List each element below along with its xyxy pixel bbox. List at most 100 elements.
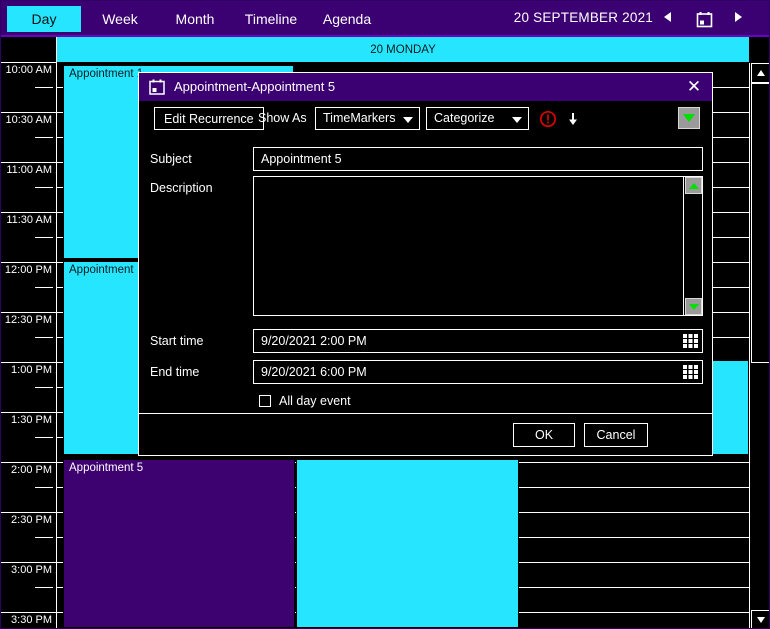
- end-time-value: 9/20/2021 6:00 PM: [261, 365, 367, 379]
- appointment-block[interactable]: [296, 459, 519, 628]
- appointment-subject: Appointment 1: [69, 68, 144, 80]
- show-as-dropdown[interactable]: TimeMarkers: [315, 107, 420, 130]
- time-slot: 1:00 PM: [1, 363, 56, 413]
- scroll-up-icon[interactable]: [751, 63, 769, 83]
- description-textarea[interactable]: [253, 176, 703, 316]
- description-scrollbar[interactable]: [683, 177, 702, 315]
- day-header-corner: [1, 37, 57, 63]
- half-hour-tick: [35, 137, 53, 138]
- time-gutter: 10:00 AM 10:30 AM 11:00 AM 11:30 AM 12:0…: [1, 63, 57, 628]
- half-hour-tick: [35, 587, 53, 588]
- dialog-toolbar: Edit Recurrence Show As TimeMarkers Cate…: [139, 101, 712, 137]
- half-hour-tick: [35, 437, 53, 438]
- scrollbar-track[interactable]: [751, 363, 769, 610]
- half-hour-tick: [35, 87, 53, 88]
- calendar-icon[interactable]: [693, 7, 715, 31]
- appointment-block[interactable]: [712, 360, 749, 455]
- all-day-event-label: All day event: [279, 394, 351, 408]
- arrow-down-icon[interactable]: [564, 110, 582, 128]
- end-time-label: End time: [150, 365, 200, 379]
- time-slot-label: 10:30 AM: [5, 114, 52, 126]
- time-slot-label: 3:30 PM: [11, 614, 52, 626]
- dialog-title-bar[interactable]: Appointment-Appointment 5 ✕: [139, 73, 712, 101]
- time-slot: 10:00 AM: [1, 63, 56, 113]
- start-time-value: 9/20/2021 2:00 PM: [261, 334, 367, 348]
- chevron-down-icon: [512, 117, 522, 123]
- start-time-input[interactable]: 9/20/2021 2:00 PM: [253, 329, 703, 353]
- time-slot: 2:00 PM: [1, 463, 56, 513]
- time-slot: 11:00 AM: [1, 163, 56, 213]
- time-slot: 2:30 PM: [1, 513, 56, 563]
- scroll-up-icon[interactable]: [685, 177, 702, 194]
- time-slot-label: 11:30 AM: [6, 214, 52, 226]
- appointment-editor-dialog: Appointment-Appointment 5 ✕ Edit Recurre…: [138, 72, 713, 456]
- exclamation-circle-icon[interactable]: [539, 110, 557, 128]
- day-header[interactable]: 20 MONDAY: [57, 37, 749, 63]
- half-hour-tick: [35, 187, 53, 188]
- time-slot-label: 3:00 PM: [11, 564, 52, 576]
- current-date-label: 20 SEPTEMBER 2021: [513, 10, 653, 25]
- time-slot: 3:30 PM: [1, 613, 56, 628]
- half-hour-tick: [35, 237, 53, 238]
- time-slot: 10:30 AM: [1, 113, 56, 163]
- show-as-value: TimeMarkers: [323, 111, 396, 125]
- time-slot: 12:00 PM: [1, 263, 56, 313]
- half-hour-tick: [35, 537, 53, 538]
- half-hour-tick: [35, 487, 53, 488]
- time-slot: 3:00 PM: [1, 563, 56, 613]
- calendar-grid-icon[interactable]: [682, 364, 699, 380]
- ok-button[interactable]: OK: [513, 423, 575, 447]
- appointment-block-selected[interactable]: Appointment 5: [63, 459, 295, 628]
- scroll-down-icon[interactable]: [751, 610, 769, 628]
- start-time-label: Start time: [150, 334, 204, 348]
- close-icon[interactable]: ✕: [684, 77, 704, 97]
- triangle-down-icon: [683, 114, 695, 122]
- tab-day[interactable]: Day: [7, 6, 81, 32]
- time-slot: 12:30 PM: [1, 313, 56, 363]
- time-slot-label: 2:00 PM: [11, 464, 52, 476]
- time-slot-label: 11:00 AM: [6, 164, 52, 176]
- edit-recurrence-button[interactable]: Edit Recurrence: [154, 107, 264, 130]
- end-time-input[interactable]: 9/20/2021 6:00 PM: [253, 360, 703, 384]
- chevron-left-icon[interactable]: [657, 7, 679, 31]
- calendar-icon: [148, 78, 166, 96]
- chevron-down-icon: [403, 117, 413, 123]
- tab-month[interactable]: Month: [161, 6, 229, 32]
- half-hour-tick: [35, 337, 53, 338]
- categorize-value: Categorize: [434, 111, 495, 125]
- all-day-event-checkbox[interactable]: [259, 395, 271, 407]
- calendar-app-window: Day Week Month Timeline Agenda 20 SEPTEM…: [0, 0, 770, 629]
- day-header-scroll-corner: [749, 37, 769, 63]
- chevron-right-icon[interactable]: [727, 7, 749, 31]
- time-slot-label: 12:30 PM: [4, 314, 52, 326]
- tab-week[interactable]: Week: [89, 6, 151, 32]
- time-slot: 11:30 AM: [1, 213, 56, 263]
- tab-timeline[interactable]: Timeline: [235, 6, 307, 32]
- show-as-label: Show As: [258, 111, 307, 125]
- triangle-down-icon-button[interactable]: [678, 107, 700, 129]
- appointment-subject: Appointment 5: [69, 462, 144, 474]
- time-slot: 1:30 PM: [1, 413, 56, 463]
- half-hour-tick: [35, 387, 53, 388]
- description-label: Description: [150, 181, 213, 195]
- calendar-grid-icon[interactable]: [682, 333, 699, 349]
- subject-label: Subject: [150, 152, 192, 166]
- time-slot-label: 12:00 PM: [4, 264, 52, 276]
- calendar-vertical-scrollbar[interactable]: [749, 63, 769, 628]
- tab-agenda[interactable]: Agenda: [314, 6, 380, 32]
- scrollbar-thumb[interactable]: [751, 83, 769, 363]
- half-hour-tick: [35, 287, 53, 288]
- time-slot-label: 1:30 PM: [11, 414, 52, 426]
- categorize-dropdown[interactable]: Categorize: [426, 107, 529, 130]
- appointment-block[interactable]: Appointment: [63, 261, 144, 455]
- scroll-down-icon[interactable]: [685, 298, 702, 315]
- dialog-title: Appointment-Appointment 5: [174, 79, 336, 94]
- subject-value: Appointment 5: [261, 152, 342, 166]
- time-slot-label: 1:00 PM: [11, 364, 52, 376]
- time-slot-label: 2:30 PM: [11, 514, 52, 526]
- view-tab-bar: Day Week Month Timeline Agenda 20 SEPTEM…: [1, 1, 769, 37]
- appointment-subject: Appointment: [69, 264, 134, 276]
- dialog-footer: OK Cancel: [139, 413, 712, 455]
- subject-input[interactable]: Appointment 5: [253, 147, 703, 171]
- cancel-button[interactable]: Cancel: [584, 423, 648, 447]
